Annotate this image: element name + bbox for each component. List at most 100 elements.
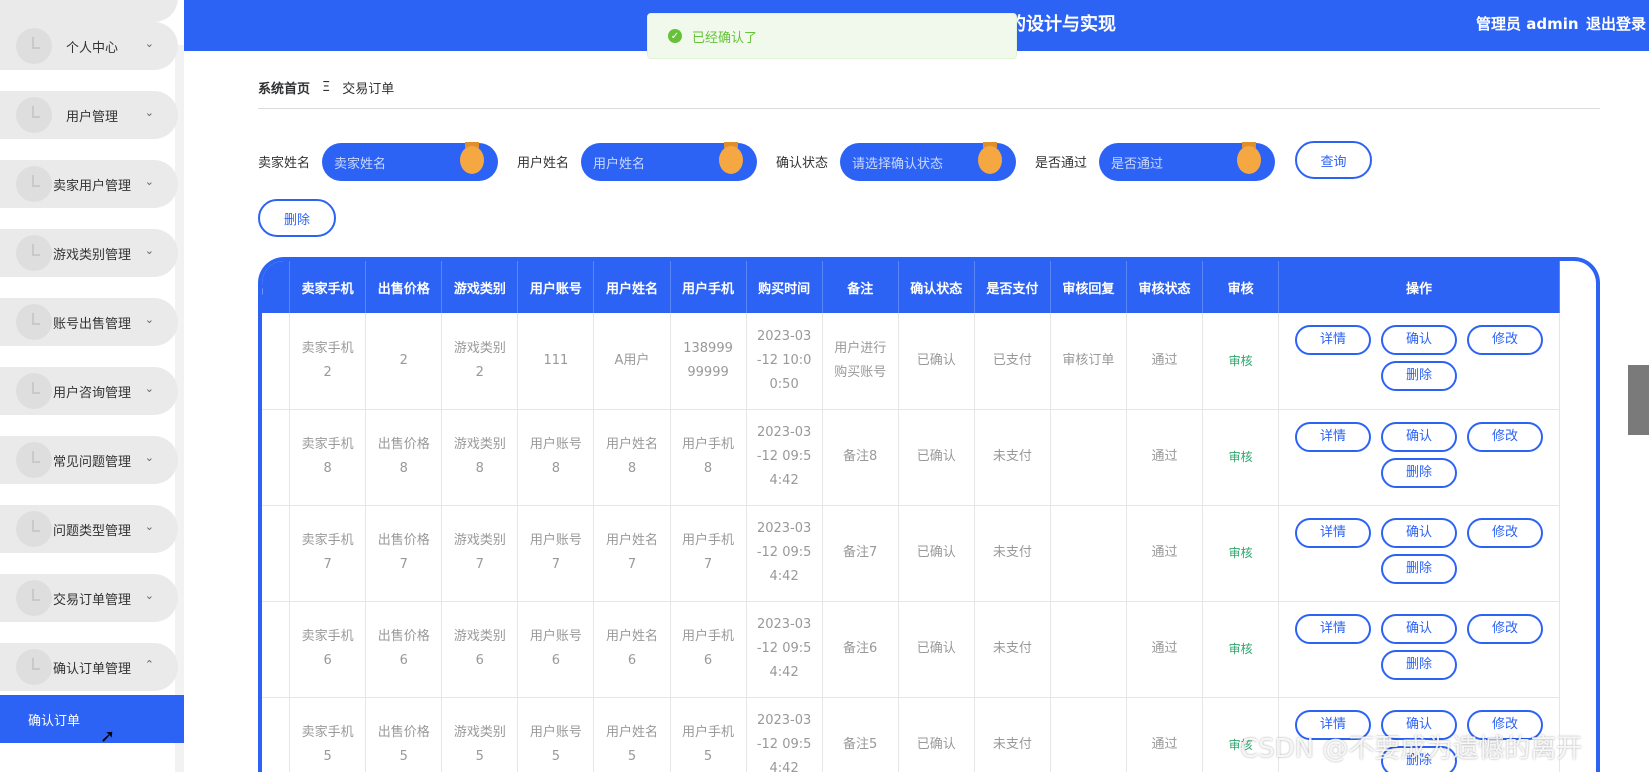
table-cell: 用户姓名7 [593, 505, 671, 602]
table-row: 名卖家手机22游戏类别2111A用户138999999992023-03-12 … [262, 313, 1560, 410]
sidebar-item[interactable]: 个人中心 ⌄ [0, 22, 178, 70]
detail-button[interactable]: 详情 [1295, 613, 1372, 644]
page-scrollbar-thumb[interactable] [1628, 365, 1649, 435]
breadcrumb-home[interactable]: 系统首页 [258, 78, 310, 97]
row-actions: 详情 确认 修改 删除 [1278, 409, 1560, 506]
confirm-button[interactable]: 确认 [1381, 517, 1458, 548]
edit-button[interactable]: 修改 [1467, 613, 1544, 644]
table-cell: 游戏类别7 [441, 505, 519, 602]
table-cell: 卖家手机6 [289, 601, 367, 698]
chevron-up-icon: ⌃ [144, 658, 154, 671]
sidebar-item[interactable]: 用户管理 ⌄ [0, 91, 178, 139]
confirm-button[interactable]: 确认 [1381, 613, 1458, 644]
edit-button[interactable]: 修改 [1467, 325, 1544, 355]
sidebar-item-label: 账号出售管理 [52, 316, 131, 332]
table-cell: 卖家手机8 [289, 409, 367, 506]
confirm-button[interactable]: 确认 [1381, 421, 1458, 452]
table-cell: 用户账号7 [517, 505, 595, 602]
menu-item-icon [16, 235, 52, 271]
current-user: 管理员 admin [1476, 15, 1579, 33]
table-cell: 卖家手机2 [289, 313, 367, 410]
table-cell: 出售价格7 [365, 505, 443, 602]
column-header: 审核回复 [1050, 261, 1127, 313]
chevron-down-icon: ⌄ [144, 106, 154, 119]
csdn-watermark: CSDN @不要成为遗憾的离开 [1240, 734, 1583, 764]
sidebar-item[interactable]: 游戏类别管理 ⌄ [0, 229, 178, 277]
table-cell: 名 [262, 601, 291, 698]
column-header: 用户手机 [670, 261, 747, 313]
row-actions: 详情 确认 修改 删除 [1278, 601, 1560, 698]
table-cell: 用户姓名5 [593, 697, 671, 772]
table-cell: 用户账号5 [517, 697, 595, 772]
table-cell: 游戏类别5 [441, 697, 519, 772]
edit-button[interactable]: 修改 [1467, 517, 1544, 548]
delete-button[interactable]: 删除 [1381, 361, 1458, 391]
pin-decoration-icon [460, 142, 484, 174]
table-cell: 出售价格8 [365, 409, 443, 506]
user-name-label: 用户姓名 [517, 156, 570, 171]
seller-name-label: 卖家姓名 [258, 156, 311, 171]
menu-item-icon [16, 97, 52, 133]
column-header: 审核状态 [1126, 261, 1204, 313]
sidebar-item[interactable]: 确认订单管理 ⌃ [0, 643, 178, 691]
column-header: 备注 [822, 261, 899, 313]
sidebar-item[interactable]: 交易订单管理 ⌄ [0, 574, 178, 622]
table-cell: 审核订单 [1050, 313, 1127, 410]
confirm-status-label: 确认状态 [776, 156, 829, 171]
query-button[interactable]: 查询 [1295, 141, 1372, 179]
column-header: 卖家手机 [289, 261, 367, 313]
table-cell: 已确认 [898, 697, 975, 772]
audit-link[interactable]: 审核 [1202, 601, 1280, 698]
table-row: 名卖家手机8出售价格8游戏类别8用户账号8用户姓名8用户手机82023-03-1… [262, 409, 1560, 506]
sidebar-subitem-confirm-order[interactable]: 确认订单 [0, 695, 184, 743]
sidebar-item-label: 问题类型管理 [52, 523, 131, 539]
sidebar-item[interactable]: 常见问题管理 ⌄ [0, 436, 178, 484]
column-header: 审核 [1202, 261, 1280, 313]
table-cell: 游戏类别6 [441, 601, 519, 698]
audit-link[interactable]: 审核 [1202, 505, 1280, 602]
edit-button[interactable]: 修改 [1467, 421, 1544, 452]
table-cell: 通过 [1126, 505, 1204, 602]
audit-link[interactable]: 审核 [1202, 313, 1280, 410]
audit-link[interactable]: 审核 [1202, 409, 1280, 506]
delete-button[interactable]: 删除 [1381, 553, 1458, 584]
table-row: 名卖家手机6出售价格6游戏类别6用户账号6用户姓名6用户手机62023-03-1… [262, 601, 1560, 698]
sidebar-item[interactable]: 账号出售管理 ⌄ [0, 298, 178, 346]
logout-link[interactable]: 退出登录 [1586, 13, 1646, 34]
table-cell: 用户姓名8 [593, 409, 671, 506]
table-cell: 用户手机6 [670, 601, 747, 698]
batch-delete-button[interactable]: 删除 [258, 199, 336, 237]
table-cell: A用户 [593, 313, 671, 410]
table-cell: 名 [262, 505, 291, 602]
sidebar-item-label: 用户咨询管理 [52, 385, 131, 401]
menu-item-icon [16, 649, 52, 685]
detail-button[interactable]: 详情 [1295, 325, 1372, 355]
column-header: 用户姓名 [593, 261, 671, 313]
pin-decoration-icon [1237, 142, 1261, 174]
table-cell: 出售价格5 [365, 697, 443, 772]
passed-label: 是否通过 [1035, 156, 1088, 171]
column-header: 用户账号 [517, 261, 595, 313]
table-cell [1050, 601, 1127, 698]
table-cell: 2 [365, 313, 443, 410]
chevron-down-icon: ⌄ [144, 520, 154, 533]
table-cell: 用户姓名6 [593, 601, 671, 698]
delete-button[interactable]: 删除 [1381, 649, 1458, 680]
table-row: 名卖家手机7出售价格7游戏类别7用户账号7用户姓名7用户手机72023-03-1… [262, 505, 1560, 602]
sidebar-item[interactable]: 卖家用户管理 ⌄ [0, 160, 178, 208]
table-cell: 名 [262, 697, 291, 772]
sidebar-item[interactable]: 问题类型管理 ⌄ [0, 505, 178, 553]
column-header: 确认状态 [898, 261, 975, 313]
table-cell: 未支付 [974, 601, 1051, 698]
sidebar-item[interactable]: 用户咨询管理 ⌄ [0, 367, 178, 415]
confirm-button[interactable]: 确认 [1381, 325, 1458, 355]
orders-table: 名卖家手机出售价格游戏类别用户账号用户姓名用户手机购买时间备注确认状态是否支付审… [258, 257, 1600, 772]
column-header: 名 [262, 261, 291, 313]
delete-button[interactable]: 删除 [1381, 457, 1458, 488]
sidebar-item-top-partial[interactable] [0, 0, 178, 22]
detail-button[interactable]: 详情 [1295, 421, 1372, 452]
table-cell: 用户进行购买账号 [822, 313, 899, 410]
detail-button[interactable]: 详情 [1295, 517, 1372, 548]
table-cell: 已确认 [898, 409, 975, 506]
table-cell: 用户手机8 [670, 409, 747, 506]
